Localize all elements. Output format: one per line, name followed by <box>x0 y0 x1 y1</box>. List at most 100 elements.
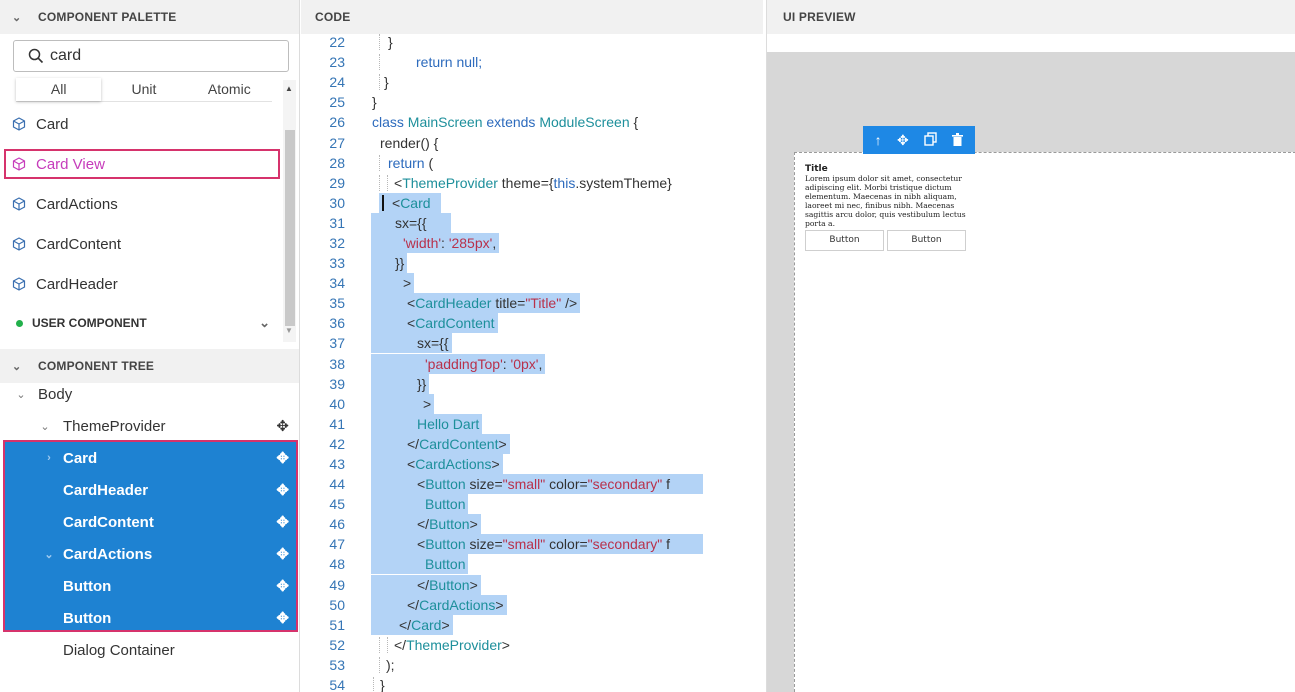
tree-node-themeprovider[interactable]: ⌄ ThemeProvider ✥ <box>0 410 299 442</box>
move-icon[interactable]: ✥ <box>276 609 289 627</box>
palette-item-card-header[interactable]: CardHeader <box>0 264 282 304</box>
line-number: 44 <box>329 476 345 493</box>
code-line: 50 </CardActions> <box>301 594 763 615</box>
code-line: 36 <CardContent <box>301 313 763 334</box>
palette-item-card[interactable]: Card <box>0 104 282 144</box>
code-line: 47 <Button size="small" color="secondary"… <box>301 534 763 555</box>
component-palette-header[interactable]: ⌄ COMPONENT PALETTE <box>0 0 299 34</box>
tree-node-cardactions[interactable]: ⌄ CardActions ✥ <box>0 538 299 570</box>
preview-header: UI PREVIEW <box>767 0 1295 34</box>
palette-item-card-view[interactable]: Card View <box>4 149 280 179</box>
palette-scrollbar[interactable]: ▲ ▼ <box>283 80 296 342</box>
code-text: return null; <box>416 54 483 71</box>
scrollbar-thumb[interactable] <box>285 130 295 326</box>
line-number: 30 <box>329 194 345 211</box>
code-line: 38 'paddingTop': '0px', <box>301 353 763 374</box>
element-toolbar: ↑ ✥ <box>863 126 975 154</box>
user-component-group[interactable]: USER COMPONENT ⌄ <box>0 308 282 338</box>
line-number: 52 <box>329 636 345 653</box>
line-number: 46 <box>329 516 345 533</box>
scroll-down-icon[interactable]: ▼ <box>285 326 293 335</box>
palette-item-card-content[interactable]: CardContent <box>0 224 282 264</box>
tab-atomic[interactable]: Atomic <box>187 78 272 101</box>
copy-icon[interactable] <box>924 132 937 148</box>
trash-icon[interactable] <box>952 132 964 148</box>
code-line: 41 Hello Dart <box>301 413 763 434</box>
code-line: 34 > <box>301 273 763 294</box>
code-text: ); <box>386 656 395 673</box>
tree-node-label: Button <box>63 577 112 595</box>
line-number: 31 <box>329 214 345 231</box>
code-editor[interactable]: 22} 23 return null; 24} 25} 26 class MainS… <box>301 32 763 692</box>
code-text: class MainScreen extends ModuleScreen { <box>372 114 639 131</box>
line-number: 50 <box>329 596 345 613</box>
tree-node-body[interactable]: ⌄ Body <box>0 378 299 410</box>
palette-item-card-actions[interactable]: CardActions <box>0 184 282 224</box>
line-number: 37 <box>329 335 345 352</box>
tree-node-dialog-container[interactable]: Dialog Container <box>0 634 299 666</box>
preview-card[interactable]: Title Lorem ipsum dolor sit amet, consec… <box>805 164 967 252</box>
palette-item-label: CardActions <box>36 195 118 213</box>
line-number: 48 <box>329 556 345 573</box>
line-number: 41 <box>329 415 345 432</box>
code-line: 32 'width': '285px', <box>301 232 763 253</box>
move-icon[interactable]: ✥ <box>276 417 289 435</box>
code-text-selected: </CardActions> <box>371 594 507 615</box>
code-text-selected: Button <box>371 494 469 515</box>
code-text-selected: <CardHeader title="Title" /> <box>371 293 581 314</box>
code-line: 37 sx={{ <box>301 333 763 354</box>
move-icon[interactable]: ✥ <box>897 133 909 147</box>
chevron-down-icon[interactable]: ⌄ <box>10 388 32 401</box>
code-line: 40 > <box>301 393 763 414</box>
scroll-up-icon[interactable]: ▲ <box>285 84 293 93</box>
line-number: 23 <box>329 54 345 71</box>
tab-all[interactable]: All <box>16 78 102 101</box>
tab-unit[interactable]: Unit <box>101 78 186 101</box>
code-line: 45 Button <box>301 494 763 515</box>
code-line: 53); <box>301 655 763 675</box>
tree-node-card[interactable]: › Card ✥ <box>0 442 299 474</box>
arrow-up-icon[interactable]: ↑ <box>875 133 882 147</box>
chevron-down-icon[interactable]: ⌄ <box>12 11 38 24</box>
tree-node-button[interactable]: Button ✥ <box>0 570 299 602</box>
move-icon[interactable]: ✥ <box>276 545 289 563</box>
chevron-down-icon[interactable]: ⌄ <box>34 420 56 433</box>
chevron-down-icon[interactable]: ⌄ <box>259 315 270 331</box>
tree-node-label: Body <box>38 385 73 403</box>
tree-node-button[interactable]: Button ✥ <box>0 602 299 634</box>
chevron-down-icon[interactable]: ⌄ <box>12 360 38 373</box>
code-line: 42 </CardContent> <box>301 433 763 454</box>
line-number: 53 <box>329 656 345 673</box>
code-title: CODE <box>315 10 351 24</box>
code-line: 35 <CardHeader title="Title" /> <box>301 293 763 314</box>
code-line: 31 sx={{ <box>301 212 763 233</box>
cube-icon <box>12 237 26 251</box>
chevron-right-icon[interactable]: › <box>38 452 60 464</box>
card-button-1[interactable]: Button <box>805 230 884 252</box>
move-icon[interactable]: ✥ <box>276 513 289 531</box>
line-number: 39 <box>329 375 345 392</box>
user-component-label: USER COMPONENT <box>32 316 147 330</box>
preview-canvas[interactable]: ↑ ✥ <box>767 52 1295 692</box>
chevron-down-icon[interactable]: ⌄ <box>38 548 60 561</box>
card-button-2[interactable]: Button <box>887 230 966 252</box>
move-icon[interactable]: ✥ <box>276 577 289 595</box>
line-number: 25 <box>329 94 345 111</box>
tree-node-cardcontent[interactable]: CardContent ✥ <box>0 506 299 538</box>
tree-node-label: ThemeProvider <box>63 417 166 435</box>
search-box[interactable] <box>13 40 289 72</box>
code-text: </ThemeProvider> <box>394 636 510 653</box>
code-text-selected: <Card <box>379 192 441 213</box>
move-icon[interactable]: ✥ <box>276 481 289 499</box>
tree-node-cardheader[interactable]: CardHeader ✥ <box>0 474 299 506</box>
line-number: 38 <box>329 355 345 372</box>
code-line: 52 </ThemeProvider> <box>301 635 763 655</box>
line-number: 34 <box>329 275 345 292</box>
search-input[interactable] <box>50 47 270 65</box>
palette-item-label: CardContent <box>36 235 122 253</box>
card-title: Title <box>805 164 828 174</box>
code-text-selected: 'width': '285px', <box>371 232 500 253</box>
tree-title: COMPONENT TREE <box>38 359 155 373</box>
move-icon[interactable]: ✥ <box>276 449 289 467</box>
preview-panel: UI PREVIEW ↑ ✥ Title Lorem ipsum dolor s… <box>766 0 1295 692</box>
